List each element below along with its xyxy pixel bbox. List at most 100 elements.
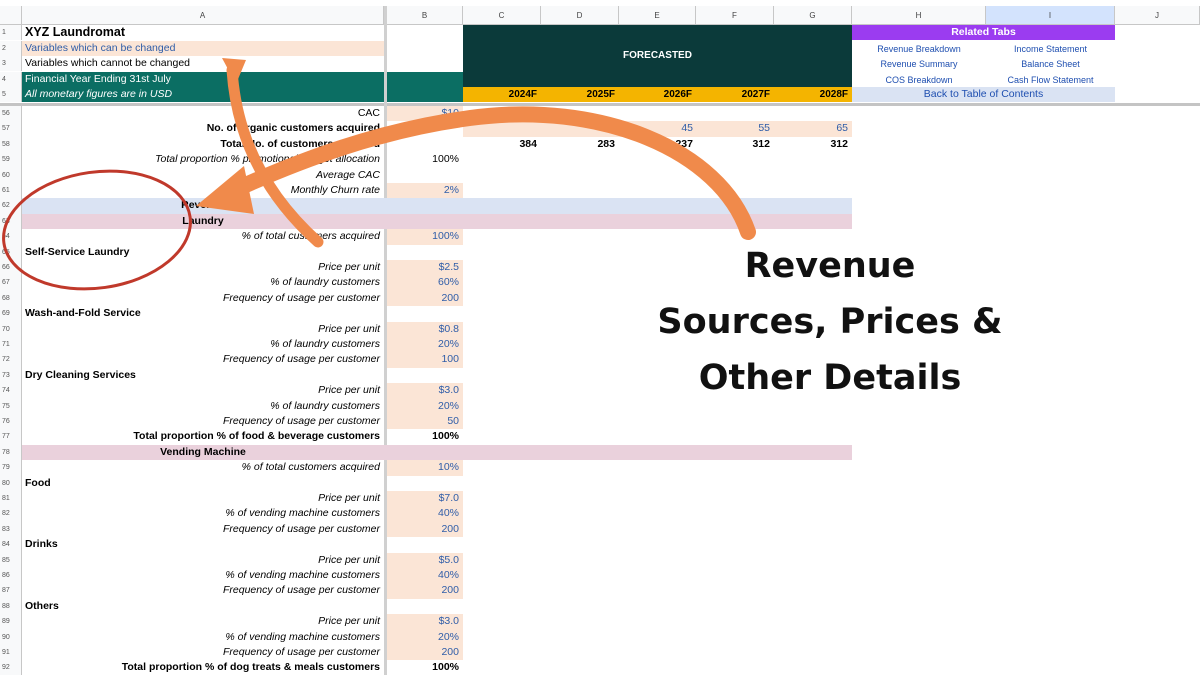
- forecast-cell[interactable]: 35: [541, 121, 619, 137]
- legend-changeable[interactable]: Variables which can be changed: [22, 41, 384, 57]
- row-number[interactable]: 66: [0, 260, 22, 276]
- row-number[interactable]: 70: [0, 321, 22, 337]
- link-revenue-summary[interactable]: Revenue Summary: [852, 57, 986, 72]
- row-number[interactable]: 61: [0, 183, 22, 199]
- row-label[interactable]: Frequency of usage per customer: [22, 522, 384, 537]
- row-number[interactable]: 80: [0, 475, 22, 491]
- forecast-year-header[interactable]: 2026F: [619, 87, 696, 103]
- row-number[interactable]: 72: [0, 352, 22, 368]
- row-number[interactable]: 83: [0, 521, 22, 538]
- forecast-cell[interactable]: 55: [696, 121, 774, 137]
- row-value[interactable]: $2.5: [387, 260, 463, 276]
- row-label[interactable]: Food: [25, 476, 380, 491]
- row-value[interactable]: [387, 306, 463, 321]
- legend-fixed[interactable]: Variables which cannot be changed: [25, 56, 383, 71]
- row-value[interactable]: 100: [387, 352, 463, 368]
- row-value[interactable]: 40%: [387, 568, 463, 584]
- row-number[interactable]: 79: [0, 460, 22, 476]
- row-value[interactable]: 100%: [387, 429, 463, 444]
- financial-year-label[interactable]: Financial Year Ending 31st July: [22, 72, 463, 88]
- row-number[interactable]: 71: [0, 337, 22, 353]
- row-value[interactable]: 2%: [387, 183, 463, 199]
- row-number[interactable]: 60: [0, 167, 22, 183]
- row-value[interactable]: 40%: [387, 506, 463, 522]
- row-number[interactable]: 4: [0, 72, 22, 88]
- row-value[interactable]: [387, 137, 463, 152]
- row-value[interactable]: [387, 368, 463, 383]
- row-number[interactable]: 64: [0, 229, 22, 245]
- row-label[interactable]: Frequency of usage per customer: [22, 583, 384, 598]
- row-number[interactable]: 56: [0, 106, 22, 122]
- column-header-b[interactable]: B: [387, 6, 463, 25]
- currency-note[interactable]: All monetary figures are in USD: [22, 87, 463, 103]
- row-value[interactable]: [387, 214, 463, 229]
- column-header-h[interactable]: H: [852, 6, 986, 25]
- row-number[interactable]: 78: [0, 444, 22, 461]
- row-value[interactable]: 200: [387, 645, 463, 661]
- forecast-cell[interactable]: 65: [774, 121, 852, 137]
- row-value[interactable]: [387, 476, 463, 491]
- row-label[interactable]: % of total customers acquired: [22, 229, 384, 244]
- row-value[interactable]: $10: [387, 106, 463, 122]
- link-balance-sheet[interactable]: Balance Sheet: [986, 57, 1115, 72]
- row-number[interactable]: 62: [0, 198, 22, 214]
- row-label[interactable]: % of laundry customers: [22, 399, 384, 414]
- row-number[interactable]: 76: [0, 414, 22, 430]
- forecast-year-header[interactable]: 2024F: [463, 87, 541, 103]
- row-value[interactable]: [387, 599, 463, 614]
- row-value[interactable]: $7.0: [387, 491, 463, 507]
- row-label[interactable]: Price per unit: [22, 553, 384, 568]
- forecast-cell[interactable]: 312: [696, 137, 774, 152]
- row-number[interactable]: 84: [0, 537, 22, 553]
- row-label[interactable]: Price per unit: [22, 322, 384, 337]
- forecasted-header[interactable]: FORECASTED: [463, 25, 852, 87]
- row-value[interactable]: [387, 168, 463, 183]
- row-number[interactable]: 65: [0, 244, 22, 260]
- row-label[interactable]: Price per unit: [22, 614, 384, 629]
- row-value[interactable]: [387, 245, 463, 260]
- row-value[interactable]: 200: [387, 290, 463, 307]
- row-number[interactable]: 3: [0, 56, 22, 72]
- row-label[interactable]: % of laundry customers: [22, 275, 384, 290]
- row-number[interactable]: 87: [0, 583, 22, 599]
- row-label[interactable]: Frequency of usage per customer: [22, 352, 384, 367]
- row-label[interactable]: % of laundry customers: [22, 337, 384, 352]
- row-label[interactable]: Self-Service Laundry: [25, 245, 380, 260]
- link-revenue-breakdown[interactable]: Revenue Breakdown: [852, 42, 986, 57]
- row-label[interactable]: Frequency of usage per customer: [22, 414, 384, 429]
- row-label[interactable]: Drinks: [25, 537, 380, 552]
- row-number[interactable]: 77: [0, 429, 22, 445]
- row-value[interactable]: $5.0: [387, 552, 463, 568]
- column-header-d[interactable]: D: [541, 6, 619, 25]
- row-number[interactable]: 73: [0, 367, 22, 384]
- row-label[interactable]: % of vending machine customers: [22, 506, 384, 521]
- row-label[interactable]: Total No. of customers acquired: [22, 137, 384, 152]
- row-label[interactable]: Price per unit: [22, 260, 384, 275]
- row-label[interactable]: Others: [25, 599, 380, 614]
- forecast-year-header[interactable]: 2028F: [774, 87, 852, 103]
- row-number[interactable]: 85: [0, 552, 22, 568]
- row-label[interactable]: Total proportion % promotional budget al…: [22, 152, 384, 167]
- row-value[interactable]: 50: [387, 414, 463, 430]
- row-label[interactable]: % of vending machine customers: [22, 630, 384, 645]
- column-header-j[interactable]: J: [1115, 6, 1200, 25]
- row-number[interactable]: 75: [0, 398, 22, 414]
- column-header-e[interactable]: E: [619, 6, 696, 25]
- row-number[interactable]: 91: [0, 645, 22, 661]
- forecast-year-header[interactable]: 2027F: [696, 87, 774, 103]
- row-number[interactable]: 59: [0, 152, 22, 168]
- row-value[interactable]: 200: [387, 521, 463, 538]
- column-header-f[interactable]: F: [696, 6, 774, 25]
- row-label[interactable]: Frequency of usage per customer: [22, 645, 384, 660]
- row-number[interactable]: 88: [0, 598, 22, 615]
- row-number[interactable]: 74: [0, 383, 22, 399]
- forecast-cell[interactable]: 384: [463, 137, 541, 152]
- row-number[interactable]: 89: [0, 614, 22, 630]
- row-value[interactable]: 100%: [387, 229, 463, 245]
- sheet-title[interactable]: XYZ Laundromat: [25, 25, 383, 40]
- row-label[interactable]: Laundry: [22, 214, 384, 229]
- row-label[interactable]: Frequency of usage per customer: [22, 291, 384, 306]
- forecast-year-header[interactable]: 2025F: [541, 87, 619, 103]
- forecast-cell[interactable]: 312: [774, 137, 852, 152]
- row-number[interactable]: 2: [0, 41, 22, 57]
